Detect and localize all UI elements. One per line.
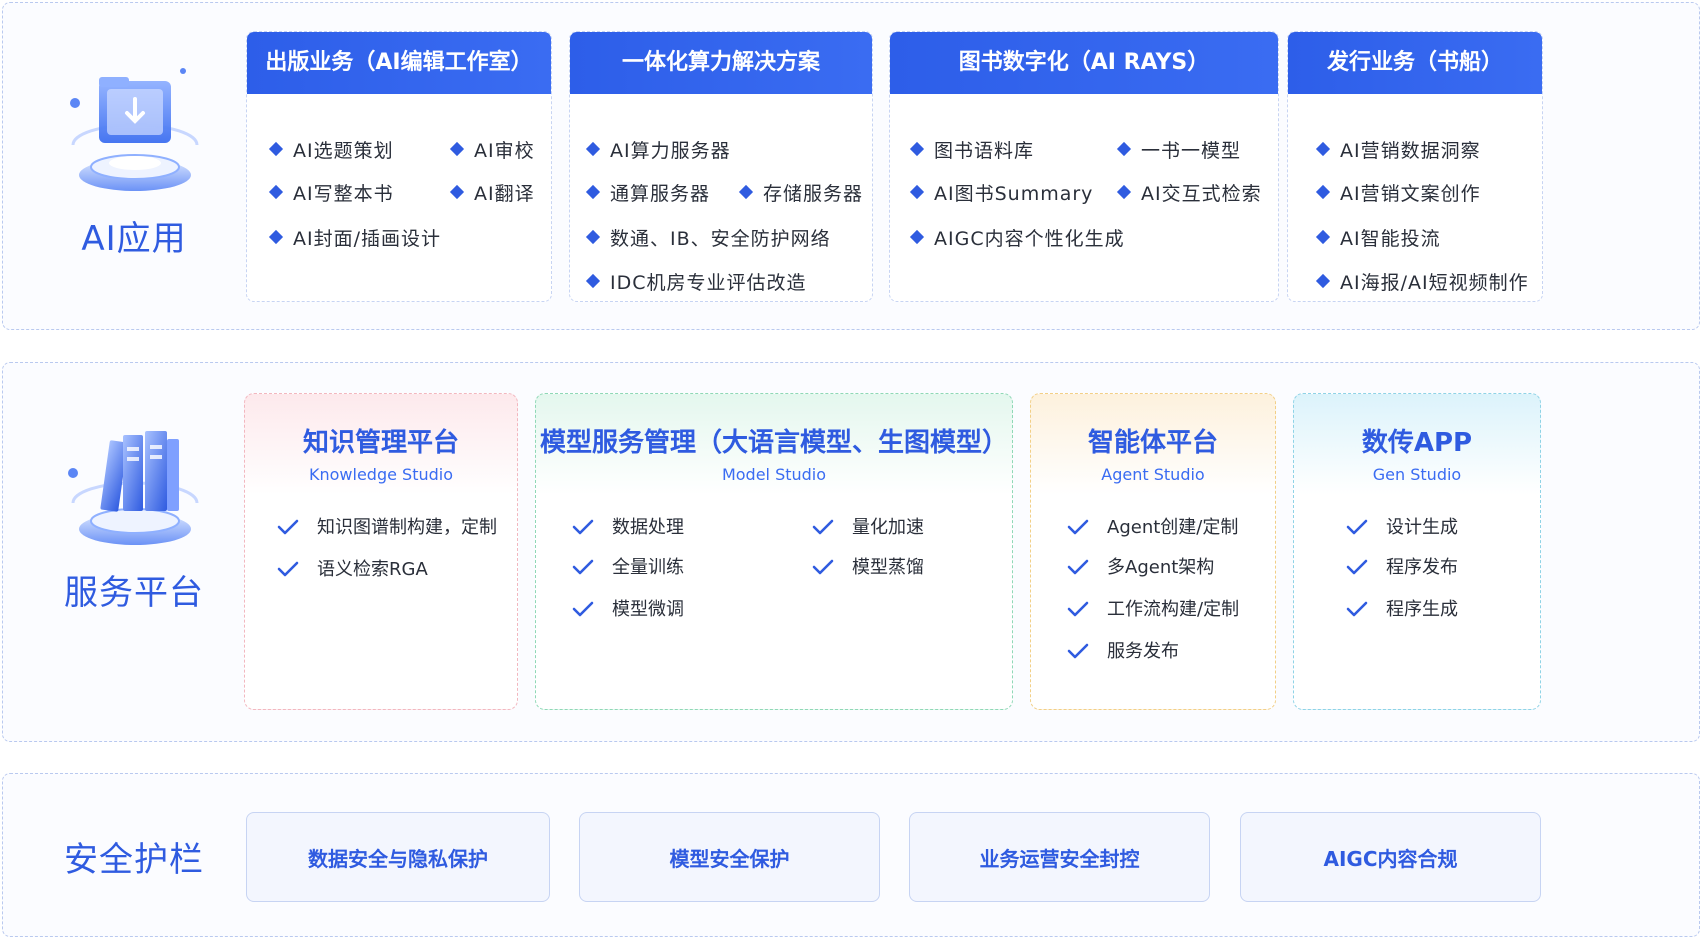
knowledge-platform-card: 知识管理平台 Knowledge Studio 知识图谱制构建，定制 语义检索R…: [244, 393, 518, 710]
list-item: 一书一模型: [1116, 136, 1241, 163]
check-icon: [1067, 643, 1089, 659]
list-item: AI算力服务器: [585, 136, 731, 163]
list-item: AI翻译: [449, 179, 535, 206]
diamond-bullet-icon: [1315, 273, 1331, 289]
service-platform-label: 服务平台: [64, 573, 204, 613]
folder-download-illustration-icon: [70, 68, 199, 191]
bookshelf-illustration-icon: [68, 431, 199, 545]
list-item: AI审校: [449, 136, 535, 163]
diamond-bullet-icon: [1116, 141, 1132, 157]
diamond-bullet-icon: [449, 141, 465, 157]
check-icon: [277, 561, 299, 577]
agent-platform-card: 智能体平台 Agent Studio Agent创建/定制 多Agent架构 工…: [1030, 393, 1276, 710]
diamond-bullet-icon: [268, 229, 284, 245]
check-icon: [1346, 601, 1368, 617]
list-item: AI封面/插画设计: [268, 224, 441, 251]
list-item: 数据处理: [572, 513, 684, 539]
card-title: 图书数字化（AI RAYS）: [890, 32, 1278, 94]
diamond-bullet-icon: [909, 229, 925, 245]
diamond-bullet-icon: [268, 141, 284, 157]
card-subtitle: Gen Studio: [1372, 465, 1462, 484]
list-item: AI智能投流: [1315, 224, 1441, 251]
list-item: 设计生成: [1346, 513, 1458, 539]
diamond-bullet-icon: [585, 141, 601, 157]
check-icon: [1067, 519, 1089, 535]
list-item: 程序发布: [1346, 553, 1458, 579]
diamond-bullet-icon: [909, 184, 925, 200]
diamond-bullet-icon: [585, 229, 601, 245]
diamond-bullet-icon: [909, 141, 925, 157]
list-item: 存储服务器: [738, 179, 863, 206]
card-title: 模型服务管理（大语言模型、生图模型）: [539, 428, 1008, 458]
list-item: AI图书Summary: [909, 179, 1093, 206]
ai-apps-section: AI应用 出版业务（AI编辑工作室） AI选题策划 AI审校 AI写整本书 AI…: [2, 2, 1700, 330]
diamond-bullet-icon: [738, 184, 754, 200]
card-title: 出版业务（AI编辑工作室）: [247, 32, 551, 94]
diamond-bullet-icon: [268, 184, 284, 200]
diamond-bullet-icon: [1315, 229, 1331, 245]
list-item: 模型蒸馏: [812, 553, 924, 579]
check-icon: [812, 519, 834, 535]
list-item: 量化加速: [812, 513, 924, 539]
list-item: IDC机房专业评估改造: [585, 268, 807, 295]
list-item: 模型微调: [572, 595, 684, 621]
list-item: 工作流构建/定制: [1067, 595, 1239, 621]
list-item: 知识图谱制构建，定制: [277, 513, 497, 539]
check-icon: [1346, 559, 1368, 575]
list-item: AI交互式检索: [1116, 179, 1262, 206]
guard-item-aigc-compliance: AIGC内容合规: [1240, 812, 1541, 902]
publishing-business-card: 出版业务（AI编辑工作室） AI选题策划 AI审校 AI写整本书 AI翻译 AI…: [246, 31, 552, 302]
diamond-bullet-icon: [449, 184, 465, 200]
list-item: 服务发布: [1067, 637, 1179, 663]
list-item: AI营销数据洞察: [1315, 136, 1481, 163]
list-item: 多Agent架构: [1067, 553, 1214, 579]
diamond-bullet-icon: [585, 273, 601, 289]
list-item: AI海报/AI短视频制作: [1315, 268, 1529, 295]
ai-apps-label: AI应用: [81, 219, 187, 259]
list-item: 图书语料库: [909, 136, 1034, 163]
app-platform-card: 数传APP Gen Studio 设计生成 程序发布 程序生成: [1293, 393, 1541, 710]
list-item: 全量训练: [572, 553, 684, 579]
list-item: 通算服务器: [585, 179, 710, 206]
card-title: 智能体平台: [1087, 428, 1218, 458]
list-item: 程序生成: [1346, 595, 1458, 621]
check-icon: [572, 559, 594, 575]
list-item: Agent创建/定制: [1067, 513, 1238, 539]
list-item: AI选题策划: [268, 136, 394, 163]
list-item: AIGC内容个性化生成: [909, 224, 1125, 251]
card-subtitle: Model Studio: [721, 465, 827, 484]
check-icon: [1346, 519, 1368, 535]
guard-item-operations-control: 业务运营安全封控: [909, 812, 1210, 902]
card-subtitle: Knowledge Studio: [309, 465, 453, 484]
check-icon: [572, 601, 594, 617]
card-title: 一体化算力解决方案: [570, 32, 872, 94]
guard-item-data-privacy: 数据安全与隐私保护: [246, 812, 550, 902]
list-item: AI营销文案创作: [1315, 179, 1481, 206]
check-icon: [1067, 559, 1089, 575]
card-title: 知识管理平台: [302, 428, 459, 458]
diamond-bullet-icon: [585, 184, 601, 200]
card-title: 发行业务（书船）: [1288, 32, 1542, 94]
check-icon: [572, 519, 594, 535]
book-digitization-card: 图书数字化（AI RAYS） 图书语料库 一书一模型 AI图书Summary A…: [889, 31, 1279, 302]
list-item: 数通、IB、安全防护网络: [585, 224, 831, 251]
check-icon: [277, 519, 299, 535]
check-icon: [1067, 601, 1089, 617]
list-item: 语义检索RGA: [277, 555, 428, 581]
security-label: 安全护栏: [64, 840, 204, 880]
diamond-bullet-icon: [1315, 141, 1331, 157]
card-title: 数传APP: [1361, 428, 1473, 458]
list-item: AI写整本书: [268, 179, 394, 206]
diamond-bullet-icon: [1116, 184, 1132, 200]
check-icon: [812, 559, 834, 575]
card-subtitle: Agent Studio: [1101, 465, 1205, 484]
distribution-business-card: 发行业务（书船） AI营销数据洞察 AI营销文案创作 AI智能投流 AI海报/A…: [1287, 31, 1543, 302]
model-service-card: 模型服务管理（大语言模型、生图模型） Model Studio 数据处理 量化加…: [535, 393, 1013, 710]
guard-item-model-security: 模型安全保护: [579, 812, 880, 902]
compute-solution-card: 一体化算力解决方案 AI算力服务器 通算服务器 存储服务器 数通、IB、安全防护…: [569, 31, 873, 302]
diamond-bullet-icon: [1315, 184, 1331, 200]
